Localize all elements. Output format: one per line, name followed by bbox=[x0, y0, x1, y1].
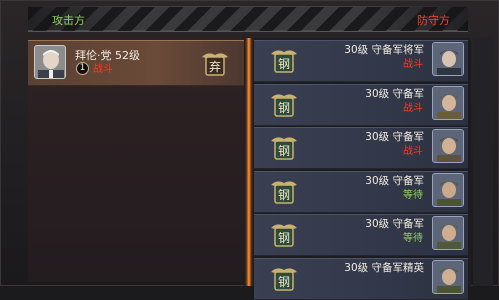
defender-status: 等待 bbox=[403, 190, 423, 201]
list-scroll-track[interactable] bbox=[473, 38, 493, 286]
steel-badge-icon: 钢 bbox=[269, 262, 299, 292]
defense-side-label: 防守方 bbox=[417, 14, 450, 27]
steel-badge-char: 钢 bbox=[278, 57, 290, 71]
soldier-face-icon bbox=[433, 43, 463, 75]
steel-badge-char: 钢 bbox=[278, 144, 290, 158]
defender-avatar[interactable] bbox=[432, 42, 464, 76]
attacker-avatar[interactable] bbox=[34, 45, 66, 79]
steel-badge-char: 钢 bbox=[278, 275, 290, 289]
steel-badge-char: 钢 bbox=[278, 101, 290, 115]
attacker-name-level: 拜伦·党 52级 bbox=[75, 49, 140, 62]
quit-badge-char: 弃 bbox=[209, 59, 221, 74]
defender-label: 30级 守备军 bbox=[365, 218, 424, 230]
defender-label: 30级 守备军 bbox=[365, 88, 424, 100]
defender-label: 30级 守备军将军 bbox=[344, 44, 424, 56]
steel-badge-icon: 钢 bbox=[269, 88, 299, 118]
soldier-face-icon bbox=[433, 87, 463, 119]
defender-label: 30级 守备军精英 bbox=[344, 262, 424, 274]
attack-side-label: 攻击方 bbox=[52, 14, 85, 27]
steel-badge-char: 钢 bbox=[278, 231, 290, 245]
wing-emblem-icon: 弃 bbox=[202, 53, 228, 76]
attacker-rank-badge: 1 bbox=[76, 62, 89, 75]
defender-label: 30级 守备军 bbox=[365, 131, 424, 143]
steel-badge-icon: 钢 bbox=[269, 175, 299, 205]
defender-status: 战斗 bbox=[403, 146, 423, 157]
defender-avatar[interactable] bbox=[432, 260, 464, 294]
defender-label: 30级 守备军 bbox=[365, 175, 424, 187]
steel-badge-char: 钢 bbox=[278, 188, 290, 202]
defender-avatar[interactable] bbox=[432, 86, 464, 120]
attacker-status: 战斗 bbox=[93, 64, 113, 75]
soldier-face-icon bbox=[433, 174, 463, 206]
glowing-divider bbox=[244, 38, 253, 286]
soldier-face-icon bbox=[433, 261, 463, 293]
quit-badge-icon[interactable]: 弃 bbox=[200, 47, 230, 77]
defender-status: 战斗 bbox=[403, 103, 423, 114]
defender-status: 等待 bbox=[403, 233, 423, 244]
steel-badge-icon: 钢 bbox=[269, 44, 299, 74]
header-shade bbox=[28, 6, 468, 30]
soldier-face-icon bbox=[433, 217, 463, 249]
soldier-face-icon bbox=[433, 130, 463, 162]
steel-badge-icon: 钢 bbox=[269, 131, 299, 161]
general-face-icon bbox=[35, 46, 65, 78]
defender-avatar[interactable] bbox=[432, 216, 464, 250]
defender-avatar[interactable] bbox=[432, 129, 464, 163]
defender-status: 战斗 bbox=[403, 59, 423, 70]
steel-badge-icon: 钢 bbox=[269, 218, 299, 248]
defender-avatar[interactable] bbox=[432, 173, 464, 207]
